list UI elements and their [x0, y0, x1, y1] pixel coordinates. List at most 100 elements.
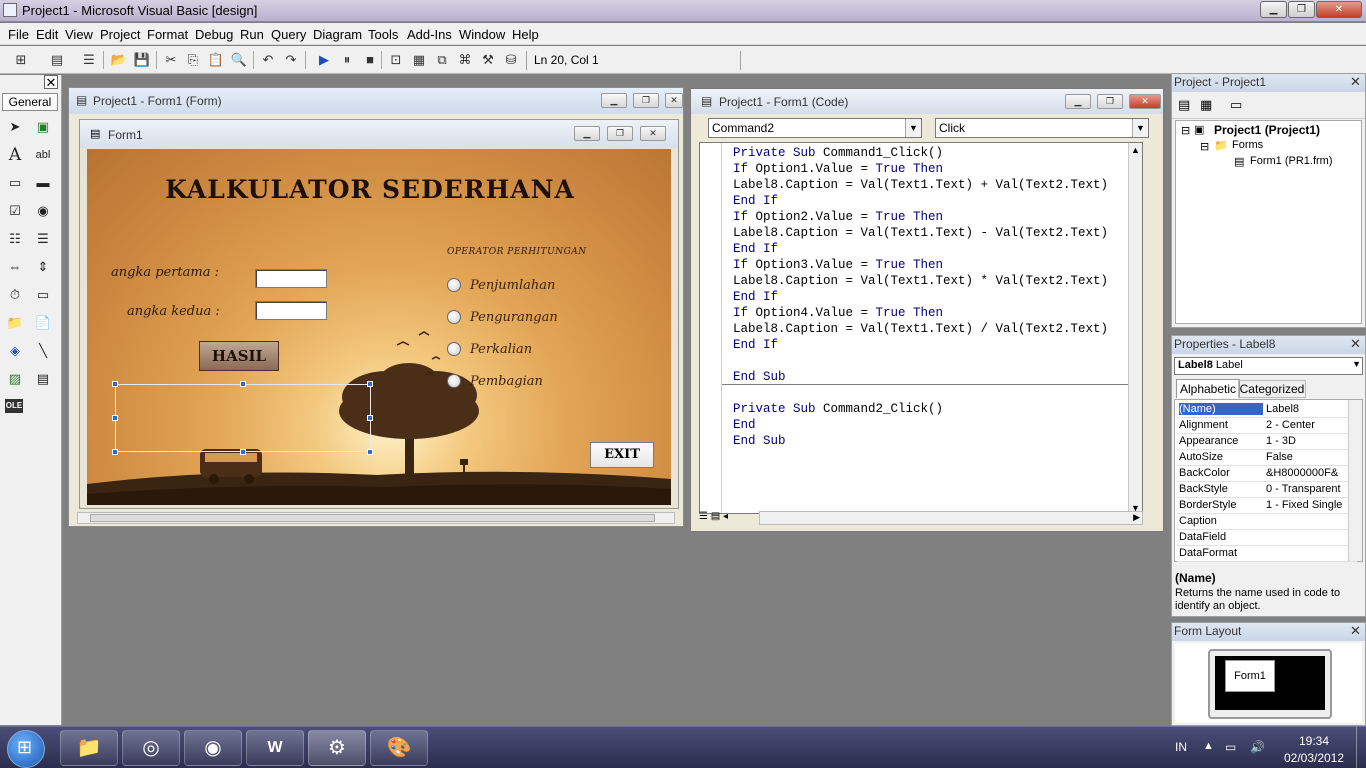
option1-label[interactable]: Penjumlahan — [470, 278, 555, 293]
form-designer-restore[interactable]: ❐ — [633, 93, 659, 108]
textbox-tool-icon[interactable]: abl — [33, 145, 53, 165]
code-editor[interactable]: Private Sub Command1_Click() If Option1.V… — [699, 142, 1143, 514]
view-object-icon[interactable]: ▦ — [1200, 97, 1212, 113]
filelistbox-tool-icon[interactable]: 📄 — [33, 313, 53, 333]
code-line[interactable]: If Option1.Value = True Then — [733, 162, 943, 176]
copy-icon[interactable]: ⎘ — [184, 51, 202, 68]
save-icon[interactable]: 💾 — [133, 51, 151, 68]
break-icon[interactable]: ⏸ — [338, 51, 356, 68]
code-line[interactable]: Private Sub Command2_Click() — [733, 402, 943, 416]
clock-date[interactable]: 02/03/2012 — [1280, 751, 1348, 765]
find-icon[interactable]: 🔍 — [230, 51, 248, 68]
property-row[interactable]: AutoSize False — [1177, 450, 1357, 466]
optionbutton-tool-icon[interactable]: ◉ — [33, 201, 53, 221]
resize-handle[interactable] — [112, 381, 118, 387]
code-line[interactable]: Private Sub Command1_Click() — [733, 146, 943, 160]
scroll-up-icon[interactable]: ▲ — [1131, 145, 1140, 155]
cut-icon[interactable]: ✂ — [162, 51, 180, 68]
resize-handle[interactable] — [240, 449, 246, 455]
code-hscroll[interactable]: ▶ — [759, 511, 1143, 525]
property-row[interactable]: DataFormat — [1177, 546, 1357, 562]
vscrollbar-tool-icon[interactable]: ⇕ — [33, 257, 53, 277]
end-icon[interactable]: ■ — [361, 51, 379, 68]
chevron-down-icon[interactable]: ▼ — [1132, 119, 1148, 137]
code-window-restore[interactable]: ❐ — [1097, 94, 1123, 109]
menu-window[interactable]: Window — [459, 27, 505, 42]
view-toggle-icons[interactable]: ☰ ▤ ◂ — [699, 511, 759, 525]
property-value[interactable]: 1 - 3D — [1266, 435, 1354, 447]
network-icon[interactable]: ▭ — [1225, 740, 1236, 754]
tab-categorized[interactable]: Categorized — [1238, 380, 1306, 398]
form1-maximize[interactable]: ❐ — [607, 126, 633, 141]
menu-run[interactable]: Run — [240, 27, 264, 42]
object-selector[interactable]: Label8 Label ▼ — [1174, 357, 1363, 375]
add-form-icon[interactable]: ▤ — [48, 51, 66, 68]
option4-radio[interactable] — [447, 374, 461, 388]
volume-icon[interactable]: 🔊 — [1250, 740, 1265, 754]
project-explorer-icon[interactable]: ⊡ — [387, 51, 405, 68]
resize-handle[interactable] — [240, 381, 246, 387]
scroll-right-icon[interactable]: ▶ — [1133, 512, 1140, 523]
minimize-button[interactable]: ▁ — [1260, 1, 1287, 18]
code-line[interactable]: End If — [733, 338, 778, 352]
property-row[interactable]: Appearance 1 - 3D — [1177, 434, 1357, 450]
tab-alphabetic[interactable]: Alphabetic — [1176, 379, 1240, 398]
paint-taskbar-icon[interactable]: 🎨 — [370, 730, 428, 766]
clock-time[interactable]: 19:34 — [1284, 734, 1344, 748]
option4-label[interactable]: Pembagian — [470, 374, 543, 389]
project-tree[interactable]: ⊟ ▣ Project1 (Project1) ⊟ 📁 Forms ▤ Form… — [1175, 120, 1362, 324]
frame-tool-icon[interactable]: ▭ — [5, 173, 25, 193]
exit-button[interactable]: EXIT — [590, 442, 654, 468]
code-line[interactable]: If Option3.Value = True Then — [733, 258, 943, 272]
menu-addins[interactable]: Add-Ins — [407, 27, 452, 42]
language-indicator[interactable]: IN — [1175, 740, 1187, 754]
menu-edit[interactable]: Edit — [36, 27, 58, 42]
property-grid[interactable]: (Name) Label8 Alignment 2 - Center Appearanc… — [1174, 399, 1363, 562]
show-desktop-button[interactable] — [1356, 727, 1366, 768]
option2-radio[interactable] — [447, 310, 461, 324]
toggle-folders-icon[interactable]: ▭ — [1230, 97, 1242, 113]
code-line[interactable]: If Option4.Value = True Then — [733, 306, 943, 320]
combobox-tool-icon[interactable]: ☷ — [5, 229, 25, 249]
option3-radio[interactable] — [447, 342, 461, 356]
property-row[interactable]: (Name) Label8 — [1177, 402, 1357, 418]
property-row[interactable]: DataField — [1177, 530, 1357, 546]
form-layout-icon[interactable]: ⧉ — [433, 51, 451, 68]
code-vscroll[interactable]: ▲ ▼ — [1128, 143, 1142, 513]
property-vscroll[interactable] — [1348, 400, 1362, 561]
code-line[interactable]: End Sub — [733, 370, 786, 384]
form1-minimize[interactable]: ▁ — [574, 126, 600, 141]
tray-expand-icon[interactable]: ▲ — [1203, 740, 1214, 752]
tree-collapse-icon[interactable]: ⊟ — [1181, 124, 1190, 137]
data-view-icon[interactable]: ⛁ — [502, 51, 520, 68]
label-tool-icon[interactable]: A — [5, 145, 25, 165]
shape-tool-icon[interactable]: ◈ — [5, 341, 25, 361]
property-value[interactable]: Label8 — [1266, 403, 1354, 415]
menu-format[interactable]: Format — [147, 27, 188, 42]
code-window-close[interactable]: ✕ — [1129, 94, 1161, 109]
property-value[interactable]: 0 - Transparent — [1266, 483, 1354, 495]
menu-diagram[interactable]: Diagram — [313, 27, 362, 42]
close-icon[interactable]: ✕ — [1349, 75, 1362, 89]
image-tool-icon[interactable]: ▨ — [5, 369, 25, 389]
menu-query[interactable]: Query — [271, 27, 306, 42]
option1-radio[interactable] — [447, 278, 461, 292]
commandbutton-tool-icon[interactable]: ▬ — [33, 173, 53, 193]
property-row[interactable]: BackColor &H8000000F& — [1177, 466, 1357, 482]
hscrollbar-tool-icon[interactable]: ⇔ — [5, 257, 25, 277]
tree-project-root[interactable]: Project1 (Project1) — [1214, 123, 1320, 137]
form1-close[interactable]: ✕ — [640, 126, 666, 141]
menu-view[interactable]: View — [65, 27, 93, 42]
menu-debug[interactable]: Debug — [195, 27, 233, 42]
tree-forms-folder[interactable]: Forms — [1232, 139, 1263, 151]
object-browser-icon[interactable]: ⌘ — [456, 51, 474, 68]
option2-label[interactable]: Pengurangan — [470, 310, 558, 325]
data-tool-icon[interactable]: ▤ — [33, 369, 53, 389]
restore-button[interactable]: ❐ — [1288, 1, 1315, 18]
listbox-tool-icon[interactable]: ☰ — [33, 229, 53, 249]
label8-result[interactable] — [112, 381, 373, 455]
form-designer-minimize[interactable]: ▁ — [601, 93, 627, 108]
tree-collapse-icon[interactable]: ⊟ — [1200, 140, 1209, 153]
chrome-taskbar-icon[interactable]: ◎ — [122, 730, 180, 766]
resize-handle[interactable] — [367, 415, 373, 421]
